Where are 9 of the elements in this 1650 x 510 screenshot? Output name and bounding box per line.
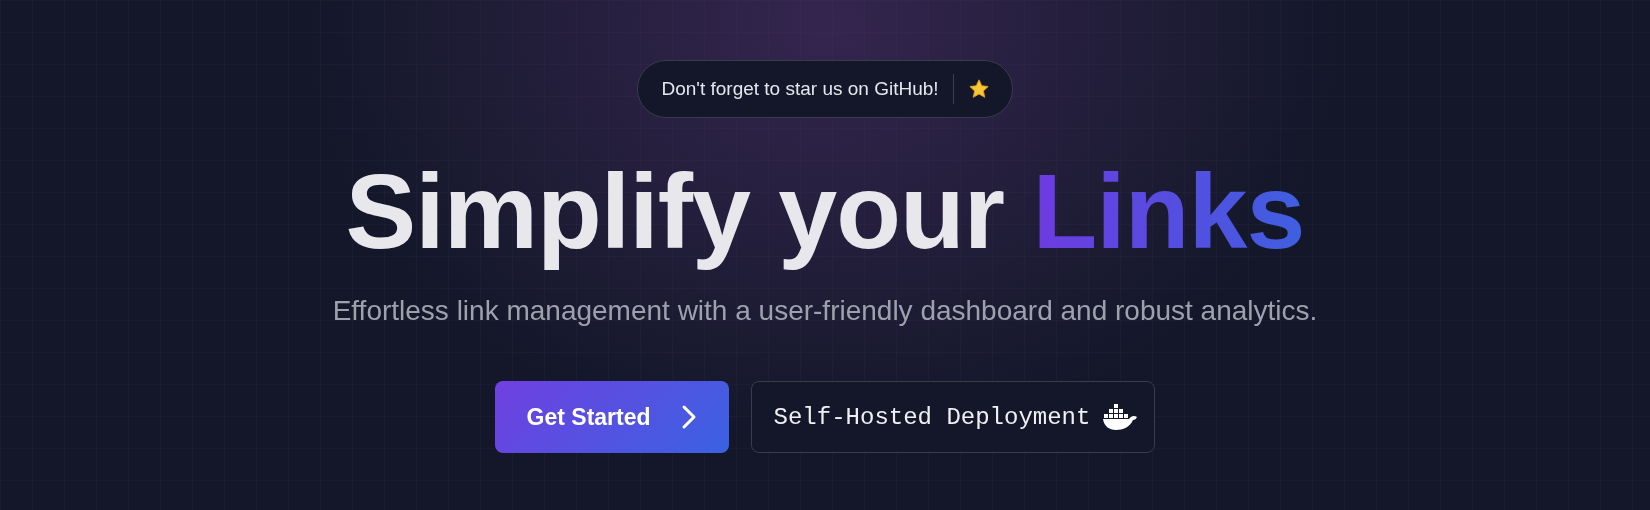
announcement-text: Don't forget to star us on GitHub!	[661, 78, 939, 100]
chevron-right-icon	[680, 404, 697, 431]
deployment-button[interactable]: Self-Hosted Deployment	[750, 381, 1156, 454]
subtitle: Effortless link management with a user-friendly dashboard and robust analytics.	[332, 295, 1318, 328]
whale-icon	[1102, 403, 1139, 432]
headline: Simplify your Links	[345, 151, 1305, 272]
get-started-button[interactable]: Get Started	[494, 381, 729, 454]
star-icon	[967, 78, 990, 100]
announcement-badge[interactable]: Don't forget to star us on GitHub!	[637, 60, 1013, 118]
